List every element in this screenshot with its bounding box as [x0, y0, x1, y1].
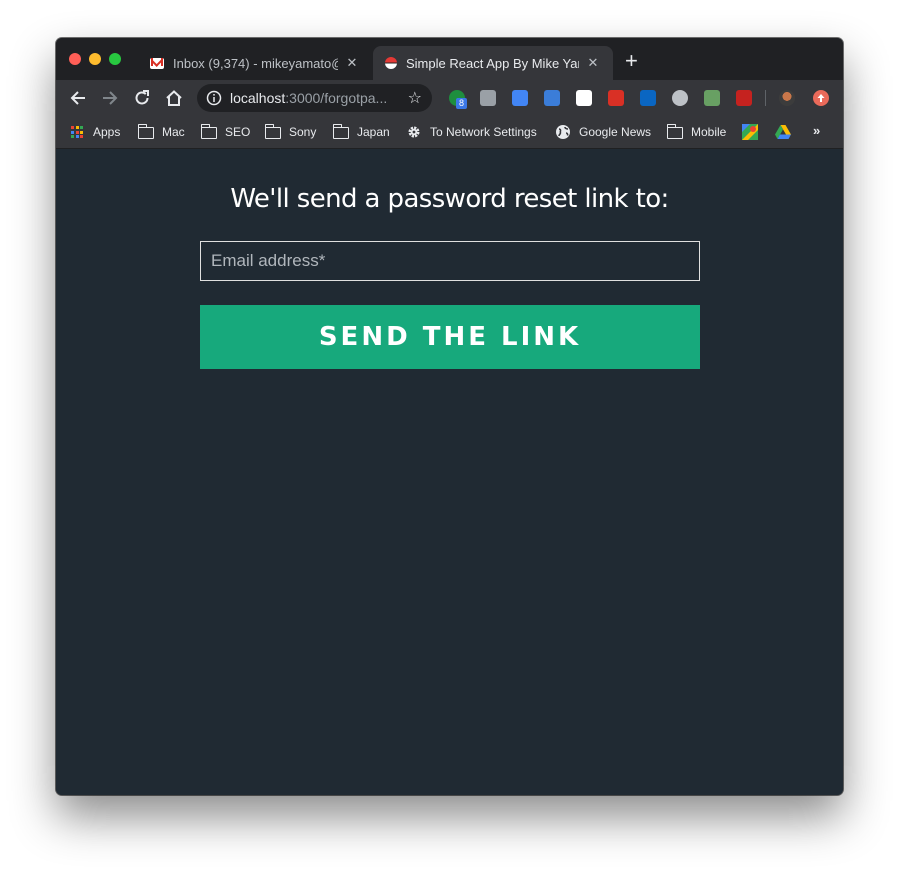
arrow-left-icon	[70, 91, 85, 105]
bookmark-network-settings[interactable]: To Network Settings	[406, 122, 537, 142]
linkedin-extension-icon[interactable]	[640, 90, 656, 106]
tab-title: Simple React App By Mike Yamato	[406, 55, 579, 71]
bookmark-label: Japan	[357, 125, 390, 139]
bookmark-folder-sony[interactable]: Sony	[264, 122, 317, 142]
braces-extension-icon[interactable]	[576, 90, 592, 106]
bookmark-label: Google News	[579, 125, 652, 139]
bookmark-folder-seo[interactable]: SEO	[200, 122, 251, 142]
bookmark-google-drive[interactable]	[775, 122, 791, 142]
globe-icon	[556, 125, 570, 139]
tab-close-icon[interactable]: ✕	[344, 55, 360, 71]
google-drive-icon	[775, 125, 791, 139]
nodejs-extension-icon[interactable]	[704, 90, 720, 106]
bookmark-label: To Network Settings	[430, 125, 537, 139]
extension-badge: 8	[456, 98, 468, 109]
pen-extension-icon[interactable]	[512, 90, 528, 106]
browser-window: Inbox (9,374) - mikeyamato@gmail.com ✕ S…	[56, 38, 843, 795]
bookmark-label: Sony	[289, 125, 317, 139]
toolbar-divider	[765, 90, 766, 106]
page-content: We'll send a password reset link to: SEN…	[56, 149, 843, 795]
gear-extension-icon[interactable]	[480, 90, 496, 106]
folder-icon	[666, 124, 683, 139]
profile-avatar[interactable]	[779, 90, 795, 106]
update-icon[interactable]	[813, 90, 829, 106]
gear-icon	[408, 126, 420, 138]
bookmark-star-icon[interactable]: ☆	[408, 88, 422, 108]
google-maps-icon	[742, 124, 758, 140]
url-path: :3000/forgotpa...	[285, 90, 388, 106]
bookmark-folder-mac[interactable]: Mac	[137, 122, 185, 142]
red-app-extension-icon[interactable]	[608, 90, 624, 106]
bookmark-google-news[interactable]: Google News	[555, 122, 651, 142]
arrow-right-icon	[103, 91, 118, 105]
home-icon	[166, 90, 182, 106]
bookmark-label: Mac	[162, 125, 185, 139]
tab-gmail-inbox[interactable]: Inbox (9,374) - mikeyamato@gmail.com ✕	[138, 46, 372, 80]
folder-icon	[200, 124, 217, 139]
info-icon[interactable]	[206, 90, 222, 106]
blue-c-extension-icon[interactable]	[544, 90, 560, 106]
more-bookmarks-button[interactable]: »	[813, 123, 820, 138]
reload-button[interactable]	[131, 87, 153, 109]
reload-icon	[135, 90, 149, 105]
window-zoom-button[interactable]	[109, 53, 121, 65]
back-button[interactable]	[67, 87, 89, 109]
target-extension-icon[interactable]	[672, 90, 688, 106]
gmail-icon	[150, 58, 164, 69]
email-field[interactable]	[200, 241, 700, 281]
folder-icon	[137, 124, 154, 139]
url-host: localhost	[230, 90, 286, 106]
forward-button[interactable]	[99, 87, 121, 109]
bookmark-folder-mobile[interactable]: Mobile	[666, 122, 727, 142]
tab-title: Inbox (9,374) - mikeyamato@gmail.com	[173, 55, 338, 71]
green-circle-extension-icon[interactable]: 8	[449, 90, 468, 109]
window-minimize-button[interactable]	[89, 53, 101, 65]
page-heading: We'll send a password reset link to:	[230, 184, 669, 214]
tab-strip: Inbox (9,374) - mikeyamato@gmail.com ✕ S…	[56, 38, 843, 80]
bookmark-google-maps[interactable]	[742, 122, 758, 142]
bookmark-label: Apps	[93, 125, 121, 139]
address-bar[interactable]: localhost :3000/forgotpa... ☆	[197, 84, 432, 112]
folder-icon	[264, 124, 281, 139]
cors-extension-icon[interactable]	[736, 90, 752, 106]
send-link-button[interactable]: SEND THE LINK	[200, 305, 700, 369]
bookmarks-bar: Apps Mac SEO Sony Japan To Network Setti…	[56, 116, 843, 149]
bookmark-apps[interactable]: Apps	[71, 122, 120, 142]
tab-close-icon[interactable]: ✕	[585, 55, 601, 71]
bookmark-label: SEO	[225, 125, 251, 139]
home-button[interactable]	[163, 87, 185, 109]
pokeball-icon	[385, 57, 397, 69]
apps-grid-icon	[71, 126, 83, 138]
window-close-button[interactable]	[69, 53, 81, 65]
folder-icon	[332, 124, 349, 139]
browser-toolbar: localhost :3000/forgotpa... ☆ 8	[56, 80, 843, 116]
new-tab-button[interactable]: +	[625, 50, 638, 72]
bookmark-label: Mobile	[691, 125, 727, 139]
tab-simple-react-app[interactable]: Simple React App By Mike Yamato ✕	[373, 46, 613, 80]
bookmark-folder-japan[interactable]: Japan	[332, 122, 390, 142]
